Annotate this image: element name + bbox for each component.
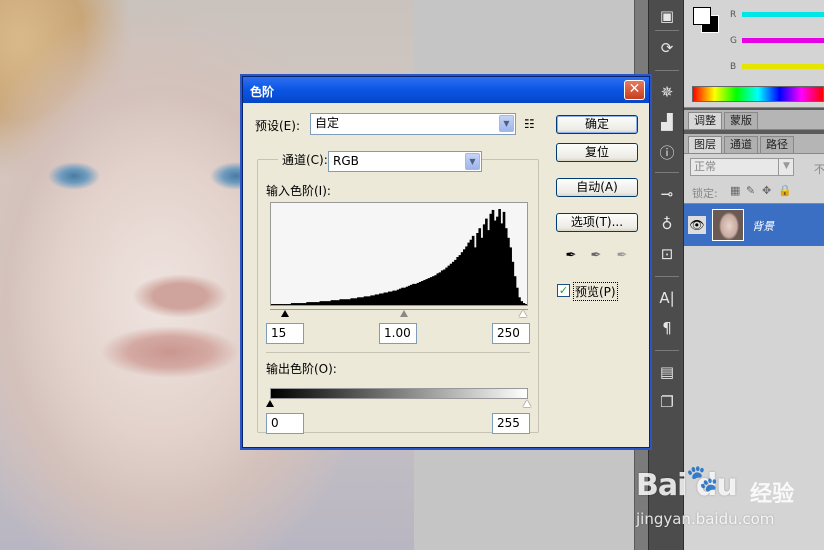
preview-checkbox[interactable]: ✓	[557, 284, 570, 297]
dialog-titlebar[interactable]: 色阶 ✕	[243, 77, 649, 103]
input-gamma-field[interactable]: 1.00	[379, 323, 417, 344]
tab-adjustments[interactable]: 调整	[688, 112, 722, 129]
channel-group: 通道(C): RGB ▼ 输入色阶(I): 15 1.00 250 输出色阶(O…	[257, 151, 539, 434]
channel-r-label: R	[730, 10, 737, 20]
histogram	[270, 202, 528, 306]
input-black-slider[interactable]	[281, 310, 290, 317]
channel-value: RGB	[333, 154, 359, 168]
preset-label: 预设(E):	[255, 119, 300, 133]
toolbar-divider	[655, 276, 679, 277]
actions-icon[interactable]: ⟳	[649, 34, 685, 62]
input-black-field[interactable]: 15	[266, 323, 304, 344]
layer-name: 背景	[752, 220, 774, 233]
input-levels-label: 输入色阶(I):	[266, 184, 331, 198]
input-gamma-slider[interactable]	[400, 310, 409, 317]
channel-g-label: G	[730, 36, 737, 46]
preset-select[interactable]: 自定 ▼	[310, 113, 516, 135]
watermark-suffix: 经验	[750, 482, 795, 507]
paw-logo-icon: 🐾	[686, 464, 719, 494]
preset-options-icon[interactable]: ☷	[524, 117, 535, 131]
clone-source-icon[interactable]: ♁	[649, 210, 685, 238]
input-white-field[interactable]: 250	[492, 323, 530, 344]
chevron-down-icon[interactable]: ▼	[465, 153, 480, 170]
black-eyedropper-icon[interactable]: ✒	[562, 247, 580, 265]
tab-channels[interactable]: 通道	[724, 136, 758, 153]
preset-value: 自定	[315, 116, 340, 130]
histogram-bar	[524, 304, 527, 305]
output-white-field[interactable]: 255	[492, 413, 530, 434]
history-icon[interactable]: ▣	[649, 2, 685, 30]
output-black-slider[interactable]	[266, 400, 274, 407]
notes-icon[interactable]: ▤	[649, 358, 685, 386]
layer-comps-icon[interactable]: ❐	[649, 388, 685, 416]
opacity-label: 不	[814, 163, 824, 176]
toolbar-divider	[655, 70, 679, 71]
visibility-eye-icon[interactable]: 👁	[688, 216, 706, 234]
brush-presets-icon[interactable]: ⊸	[649, 180, 685, 208]
channel-b-label: B	[730, 62, 737, 72]
input-white-slider[interactable]	[518, 310, 527, 317]
tab-masks[interactable]: 蒙版	[724, 112, 758, 129]
lock-position-icon[interactable]: ✥	[762, 184, 771, 197]
foreground-color-swatch[interactable]	[693, 7, 711, 25]
channel-label: 通道(C):	[278, 151, 332, 168]
chevron-down-icon[interactable]: ▼	[778, 158, 794, 176]
input-slider-track	[270, 309, 528, 310]
lock-pixels-icon[interactable]: ✎	[746, 184, 755, 197]
auto-button[interactable]: 自动(A)	[556, 178, 638, 197]
close-icon[interactable]: ✕	[624, 80, 645, 100]
channel-g-slider[interactable]	[742, 38, 824, 43]
layers-tab-bar: 图层 通道 路径	[684, 134, 824, 154]
baidu-watermark: Bai du 🐾 经验 jingyan.baidu.com	[632, 462, 822, 546]
histogram-graph	[271, 209, 527, 305]
dialog-title: 色阶	[250, 85, 275, 99]
white-eyedropper-icon[interactable]: ✒	[613, 247, 631, 265]
output-black-field[interactable]: 0	[266, 413, 304, 434]
tab-paths[interactable]: 路径	[760, 136, 794, 153]
toolbar-divider	[655, 172, 679, 173]
section-divider	[266, 352, 530, 353]
channel-b-slider[interactable]	[742, 64, 824, 69]
navigator-icon[interactable]: ✵	[649, 78, 685, 106]
lock-label: 锁定:	[692, 187, 718, 200]
info-icon[interactable]: ⓘ	[649, 138, 685, 166]
chevron-down-icon[interactable]: ▼	[499, 115, 514, 132]
lock-all-icon[interactable]: 🔒	[778, 184, 792, 197]
tool-presets-icon[interactable]: ⊡	[649, 240, 685, 268]
layer-row-background[interactable]: 👁 背景	[684, 204, 824, 246]
options-button[interactable]: 选项(T)...	[556, 213, 638, 232]
preview-label: 预览(P)	[573, 282, 618, 301]
color-panel: R G B	[684, 0, 824, 108]
tab-layers[interactable]: 图层	[688, 136, 722, 153]
lock-row: 锁定: ▦ ✎ ✥ 🔒	[684, 180, 824, 204]
layer-thumbnail	[712, 209, 744, 241]
reset-button[interactable]: 复位	[556, 143, 638, 162]
blend-row: 正常 ▼ 不	[684, 154, 824, 180]
paragraph-icon[interactable]: ¶	[649, 314, 685, 342]
watermark-url: jingyan.baidu.com	[636, 510, 775, 528]
color-spectrum-bar[interactable]	[692, 86, 824, 102]
channel-select[interactable]: RGB ▼	[328, 151, 482, 172]
output-levels-label: 输出色阶(O):	[266, 362, 337, 376]
toolbar-divider	[655, 350, 679, 351]
character-icon[interactable]: A|	[649, 284, 685, 312]
ok-button[interactable]: 确定	[556, 115, 638, 134]
output-gradient-bar	[270, 388, 528, 399]
output-white-slider[interactable]	[523, 400, 531, 407]
adjustments-tab-bar: 调整 蒙版	[684, 110, 824, 130]
lock-transparency-icon[interactable]: ▦	[730, 184, 740, 197]
histogram-icon[interactable]: ▟	[649, 108, 685, 136]
channel-r-slider[interactable]	[742, 12, 824, 17]
toolbar-divider	[655, 30, 679, 31]
gray-eyedropper-icon[interactable]: ✒	[587, 247, 605, 265]
levels-dialog: 色阶 ✕ 预设(E): 自定 ▼ ☷ 通道(C): RGB ▼ 输入色阶(I):…	[242, 76, 650, 448]
